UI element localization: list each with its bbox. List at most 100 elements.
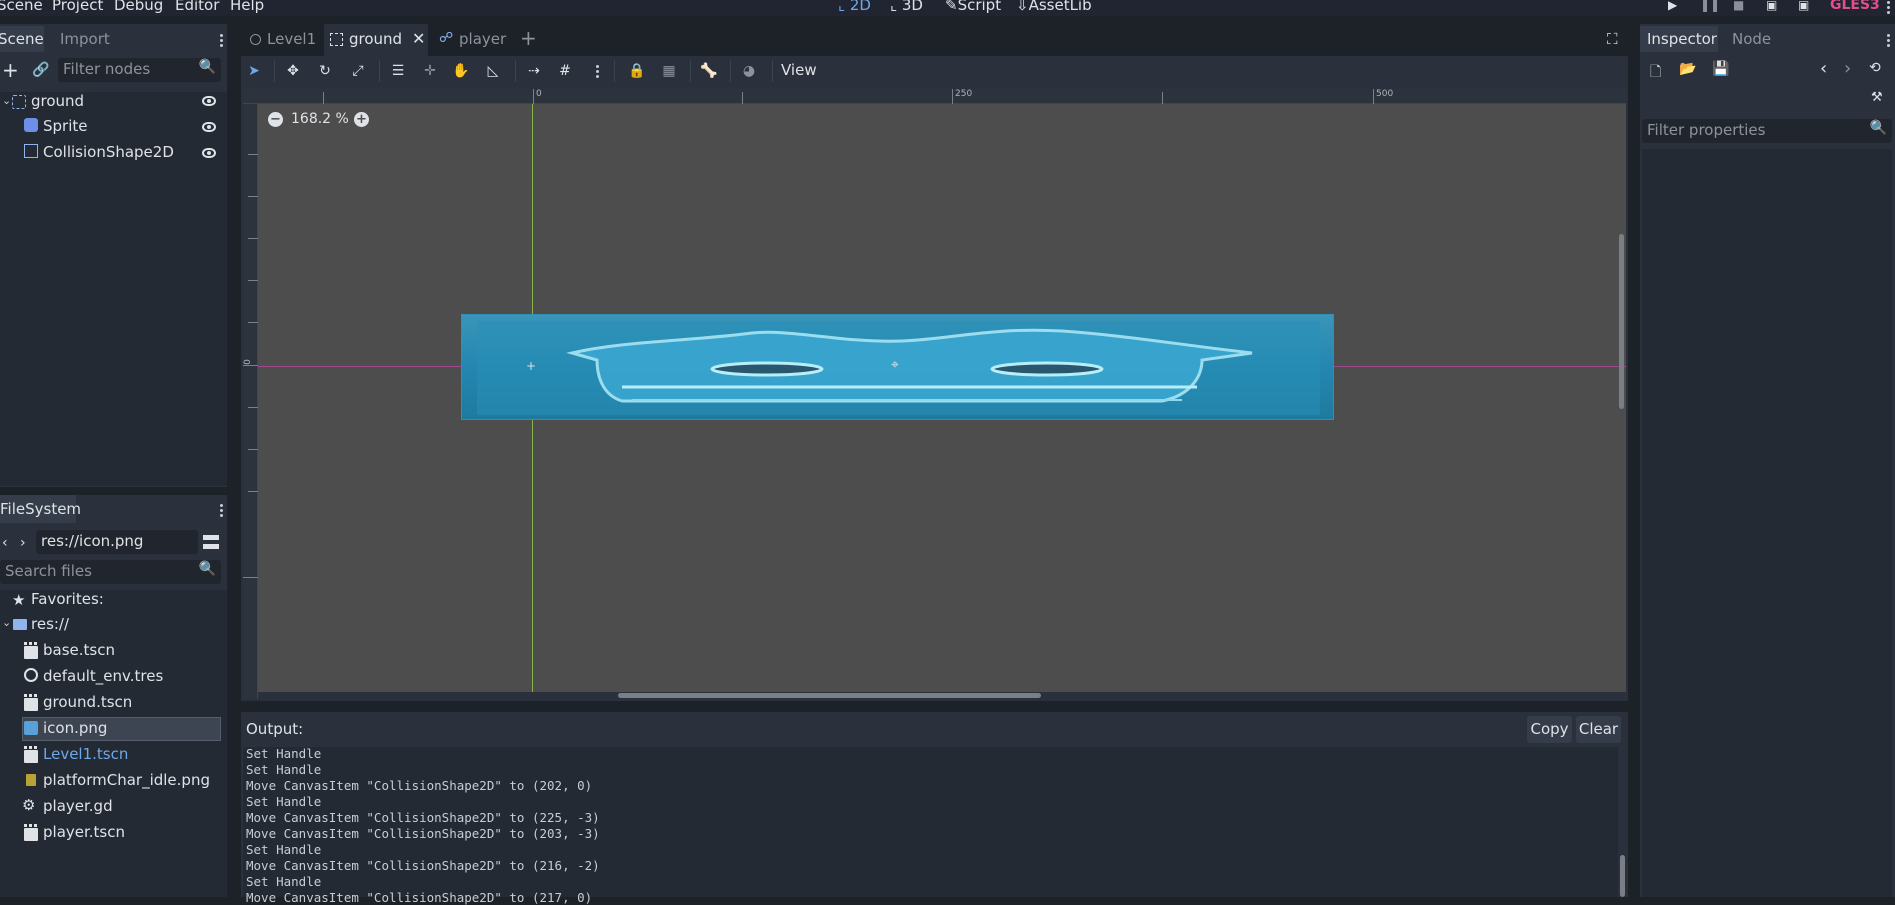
canvas-area[interactable]: ⌖ + − 168.2 % +	[258, 104, 1626, 692]
tab-ground[interactable]: ground	[349, 30, 402, 48]
play-icon[interactable]: ▶	[1668, 0, 1677, 12]
tab-inspector[interactable]: Inspector	[1647, 30, 1717, 48]
pan-tool-icon[interactable]: ✋	[452, 63, 470, 79]
mode-script-button[interactable]: ✎Script	[945, 0, 1001, 14]
add-node-icon[interactable]: +	[2, 60, 19, 80]
history-icon[interactable]: ⟲	[1869, 60, 1881, 76]
scene-dock-menu-icon[interactable]	[220, 33, 224, 49]
visibility-eye-icon[interactable]	[202, 148, 216, 158]
fullscreen-icon[interactable]: ⛶	[1607, 30, 1618, 48]
visibility-eye-icon[interactable]	[202, 96, 216, 106]
copy-button[interactable]: Copy	[1527, 716, 1572, 743]
menu-editor[interactable]: Editor	[175, 0, 219, 14]
file-item[interactable]: player.gd	[43, 797, 113, 815]
mode-2d-button[interactable]: ⌞ 2D	[838, 0, 871, 14]
filter-nodes-input[interactable]: Filter nodes 🔍	[58, 58, 221, 82]
scale-tool-icon[interactable]: ⤢	[349, 63, 367, 79]
tree-node-ground[interactable]: ground	[31, 92, 84, 110]
node2d-icon	[12, 95, 26, 109]
visibility-eye-icon[interactable]	[202, 122, 216, 132]
tab-player[interactable]: player	[459, 30, 506, 48]
inspector-menu-icon[interactable]	[1887, 33, 1891, 49]
renderer-label[interactable]: GLES3	[1830, 0, 1880, 13]
select-tool-icon[interactable]: ➤	[245, 63, 263, 79]
grid-snap-icon[interactable]: #	[556, 63, 574, 79]
filesystem-menu-icon[interactable]	[220, 503, 224, 519]
close-icon[interactable]: ✕	[412, 29, 425, 48]
play-custom-scene-icon[interactable]: ▣	[1798, 0, 1809, 12]
pivot-handle-icon[interactable]: ⌖	[891, 357, 899, 373]
split-view-icon[interactable]	[203, 535, 219, 549]
camera-icon[interactable]: ◕	[740, 63, 758, 79]
bone-icon[interactable]: 🦴	[700, 63, 718, 79]
log-line: Set Handle	[246, 746, 322, 761]
play-scene-icon[interactable]: ▣	[1766, 0, 1777, 12]
back-arrow-icon[interactable]: ‹	[2, 535, 8, 551]
save-icon[interactable]: 💾	[1712, 61, 1729, 77]
file-item[interactable]: platformChar_idle.png	[43, 771, 210, 789]
list-select-icon[interactable]: ☰	[389, 63, 407, 79]
rotate-tool-icon[interactable]: ↻	[316, 63, 334, 79]
tree-node-collisionshape2d[interactable]: CollisionShape2D	[43, 143, 174, 161]
tools-icon[interactable]: ⚒	[1871, 90, 1883, 105]
ruler-label: 500	[1376, 89, 1394, 99]
folder-icon	[13, 619, 27, 630]
menu-bar: Scene Project Debug Editor Help ⌞ 2D ⌞ 3…	[0, 0, 1895, 16]
ground-sprite[interactable]: ⌖	[461, 314, 1334, 420]
menu-help[interactable]: Help	[230, 0, 264, 14]
smart-snap-icon[interactable]: ⇢	[525, 63, 543, 79]
origin-handle-icon[interactable]: +	[526, 359, 536, 373]
collapse-arrow-icon[interactable]: ⌄	[2, 616, 11, 629]
file-item[interactable]: ground.tscn	[43, 693, 132, 711]
collapse-arrow-icon[interactable]: ⌄	[2, 94, 11, 107]
file-item[interactable]: default_env.tres	[43, 667, 163, 685]
group-icon[interactable]: ▦	[660, 63, 678, 79]
file-item[interactable]: Level1.tscn	[43, 745, 128, 763]
path-field[interactable]: res://icon.png	[36, 530, 198, 554]
forward-arrow-icon[interactable]: ›	[20, 535, 26, 551]
tab-scene[interactable]: Scene	[0, 30, 44, 48]
file-item[interactable]: base.tscn	[43, 641, 115, 659]
pause-icon[interactable]: ❚❚	[1700, 0, 1720, 12]
renderer-menu-icon[interactable]	[1887, 0, 1891, 16]
folder-res[interactable]: res://	[31, 615, 69, 633]
menu-debug[interactable]: Debug	[114, 0, 163, 14]
collision-shape-icon	[24, 144, 38, 158]
ruler-tool-icon[interactable]: ◺	[484, 63, 502, 79]
pivot-tool-icon[interactable]: ✛	[421, 63, 439, 79]
tab-import[interactable]: Import	[60, 30, 110, 48]
add-tab-icon[interactable]: +	[520, 26, 537, 50]
output-scrollbar[interactable]	[1620, 855, 1625, 897]
file-item-selected[interactable]: icon.png	[43, 719, 107, 737]
filter-properties-input[interactable]: Filter properties 🔍	[1642, 119, 1892, 143]
zoom-level[interactable]: 168.2 %	[291, 111, 349, 127]
menu-scene[interactable]: Scene	[0, 0, 43, 14]
mode-3d-button[interactable]: ⌞ 3D	[890, 0, 923, 14]
node2d-icon	[330, 33, 343, 46]
tab-filesystem[interactable]: FileSystem	[0, 500, 81, 518]
assetlib-icon: ⇩	[1016, 0, 1029, 14]
history-back-icon[interactable]: ‹	[1820, 58, 1827, 79]
tab-node[interactable]: Node	[1732, 30, 1771, 48]
new-resource-icon[interactable]: 🗋	[1650, 61, 1661, 85]
vertical-scrollbar[interactable]	[1619, 234, 1624, 409]
search-files-input[interactable]: Search files 🔍	[0, 560, 221, 584]
stop-icon[interactable]: ■	[1733, 0, 1744, 12]
tree-node-sprite[interactable]: Sprite	[43, 117, 88, 135]
file-item[interactable]: player.tscn	[43, 823, 125, 841]
menu-project[interactable]: Project	[52, 0, 103, 14]
move-tool-icon[interactable]: ✥	[284, 63, 302, 79]
clear-button[interactable]: Clear	[1576, 716, 1621, 743]
open-folder-icon[interactable]: 📂	[1679, 61, 1696, 77]
lock-icon[interactable]: 🔒	[628, 63, 646, 79]
snap-options-icon[interactable]	[596, 64, 600, 80]
mode-assetlib-button[interactable]: ⇩AssetLib	[1016, 0, 1092, 14]
tab-level1[interactable]: Level1	[267, 30, 316, 48]
zoom-in-icon[interactable]: +	[354, 112, 369, 127]
history-forward-icon[interactable]: ›	[1844, 58, 1851, 79]
link-icon[interactable]: 🔗	[32, 62, 49, 78]
zoom-out-icon[interactable]: −	[268, 112, 283, 127]
favorites-label[interactable]: Favorites:	[31, 590, 104, 608]
view-menu[interactable]: View	[781, 61, 817, 79]
horizontal-scrollbar[interactable]	[618, 693, 1041, 698]
